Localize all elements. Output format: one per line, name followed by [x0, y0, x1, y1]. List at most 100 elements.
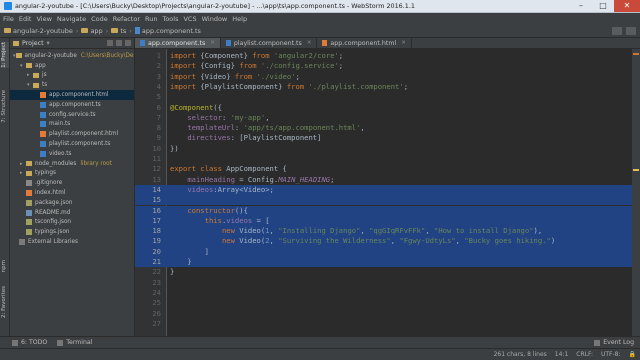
tree-item[interactable]: app.component.ts	[10, 100, 134, 110]
maximize-button[interactable]: □	[592, 0, 614, 12]
tree-item-label: index.html	[35, 190, 66, 197]
error-stripe	[632, 49, 640, 336]
tree-item[interactable]: ▸ node_modules library root	[10, 159, 134, 169]
tree-item[interactable]: External Libraries	[10, 237, 134, 247]
code-token: )	[550, 236, 556, 246]
tab-npm[interactable]: npm	[1, 260, 9, 272]
editor-tab[interactable]: playlist.component.ts ✕	[221, 38, 318, 48]
line-number: 23	[152, 277, 161, 287]
line-number: 10	[152, 143, 161, 153]
breadcrumb-project[interactable]: angular-2-youtube	[4, 27, 73, 35]
line-number: 16	[152, 205, 161, 215]
chevron-down-icon[interactable]: ▾	[47, 40, 50, 47]
menu-code[interactable]: Code	[91, 15, 108, 23]
lib-file-icon	[19, 239, 25, 246]
caret-position[interactable]: 14:1	[555, 351, 568, 358]
menu-window[interactable]: Window	[202, 15, 228, 23]
hide-panel-icon[interactable]	[125, 40, 131, 46]
tree-item[interactable]: README.md	[10, 208, 134, 218]
tree-item[interactable]: tsconfig.json	[10, 218, 134, 228]
event-log-button[interactable]: Event Log	[594, 339, 640, 346]
tab-favorites[interactable]: 2: Favorites	[1, 286, 9, 318]
code-token: 'angular2/core'	[273, 51, 339, 60]
code-line: 25	[135, 298, 640, 308]
line-number: 4	[156, 81, 161, 91]
editor-tab-label: app.component.ts	[148, 39, 206, 47]
tree-item[interactable]: main.ts	[10, 120, 134, 130]
ts-file-icon	[40, 150, 46, 157]
settings-icon[interactable]	[116, 40, 122, 46]
tab-structure[interactable]: 7: Structure	[1, 90, 9, 123]
tree-item[interactable]: config.service.ts	[10, 110, 134, 120]
close-tab-icon[interactable]: ✕	[210, 40, 215, 46]
line-number: 2	[156, 61, 161, 71]
tree-item[interactable]: package.json	[10, 198, 134, 208]
tree-item[interactable]: ▾ ts	[10, 80, 134, 90]
scroll-from-source-icon[interactable]	[107, 40, 113, 46]
tree-item[interactable]: ▾ app	[10, 61, 134, 71]
menu-file[interactable]: File	[3, 15, 14, 23]
code-token: videos	[187, 184, 214, 194]
menu-view[interactable]: View	[36, 15, 51, 23]
code-token: "How to install Django"	[434, 226, 534, 236]
todo-tool-button[interactable]: 6: TODO	[12, 339, 47, 346]
menu-navigate[interactable]: Navigate	[57, 15, 86, 23]
project-view-label[interactable]: Project	[22, 40, 44, 47]
breadcrumb-app[interactable]: app	[81, 27, 103, 35]
tab-project[interactable]: 1: Project	[1, 42, 9, 68]
code-token: from	[239, 61, 261, 71]
breadcrumb-file[interactable]: app.component.ts	[134, 27, 201, 35]
tree-item-label: app.component.html	[49, 92, 109, 99]
tree-item[interactable]: .gitignore	[10, 178, 134, 188]
menu-edit[interactable]: Edit	[19, 15, 32, 23]
search-everywhere-icon[interactable]	[626, 26, 636, 35]
code-token: ,	[425, 226, 434, 236]
line-number: 15	[152, 195, 161, 205]
close-tab-icon[interactable]: ✕	[401, 40, 406, 46]
code-token: selector	[187, 112, 222, 122]
tree-item-label: package.json	[35, 199, 73, 206]
menu-run[interactable]: Run	[145, 15, 157, 23]
editor-tab[interactable]: app.component.ts ✕	[135, 38, 221, 48]
minimize-button[interactable]: –	[570, 0, 592, 12]
breadcrumb-label: angular-2-youtube	[13, 26, 73, 35]
tree-item[interactable]: video.ts	[10, 149, 134, 159]
ts-file-icon	[225, 40, 231, 46]
file-encoding[interactable]: UTF-8:	[601, 351, 621, 358]
code-text: ]	[170, 247, 209, 257]
terminal-tool-button[interactable]: Terminal	[57, 339, 92, 346]
menu-tools[interactable]: Tools	[162, 15, 178, 23]
menu-help[interactable]: Help	[232, 15, 247, 23]
folder-file-icon	[26, 161, 32, 167]
close-button[interactable]: ✕	[614, 0, 640, 12]
line-separator[interactable]: CRLF:	[576, 351, 593, 358]
warning-marker[interactable]	[633, 169, 639, 171]
breadcrumb-ts[interactable]: ts	[111, 27, 126, 35]
code-editor[interactable]: 1 import {Component} from 'angular2/core'…	[135, 49, 640, 336]
tree-item[interactable]: ▾angular-2-youtubeC:\Users\Bucky\Deskt	[10, 51, 134, 61]
run-config-icon[interactable]	[612, 26, 622, 35]
code-line: 13 mainHeading = Config.MAIN_HEADING;	[135, 175, 640, 185]
tree-item[interactable]: playlist.component.html	[10, 129, 134, 139]
code-token: import	[170, 81, 201, 91]
toolbar-actions	[608, 26, 640, 35]
tree-item[interactable]: typings.json	[10, 227, 134, 237]
tree-item[interactable]: ▸ js	[10, 71, 134, 81]
lock-icon[interactable]: 🔒	[629, 351, 636, 358]
code-line: 18 new Video(1, "Installing Django", "qg…	[135, 226, 640, 237]
tree-item[interactable]: playlist.component.ts	[10, 139, 134, 149]
line-number: 14	[152, 184, 161, 194]
code-line: 12 export class AppComponent {	[135, 164, 640, 174]
editor-tabs: app.component.ts ✕ playlist.component.ts ✕ a…	[135, 38, 640, 49]
tree-item[interactable]: app.component.html	[10, 90, 134, 100]
tree-item[interactable]: index.html	[10, 188, 134, 198]
tree-item[interactable]: ▸ typings	[10, 169, 134, 179]
code-token: "Bucky goes hiking."	[464, 236, 551, 246]
line-number: 7	[156, 112, 161, 122]
menu-vcs[interactable]: VCS	[183, 15, 196, 23]
close-tab-icon[interactable]: ✕	[307, 40, 312, 46]
editor-tab[interactable]: app.component.html ✕	[317, 38, 412, 48]
warning-marker[interactable]	[633, 53, 639, 55]
menu-refactor[interactable]: Refactor	[113, 15, 140, 23]
title-bar: angular-2-youtube - [C:\Users\Bucky\Desk…	[0, 0, 640, 13]
